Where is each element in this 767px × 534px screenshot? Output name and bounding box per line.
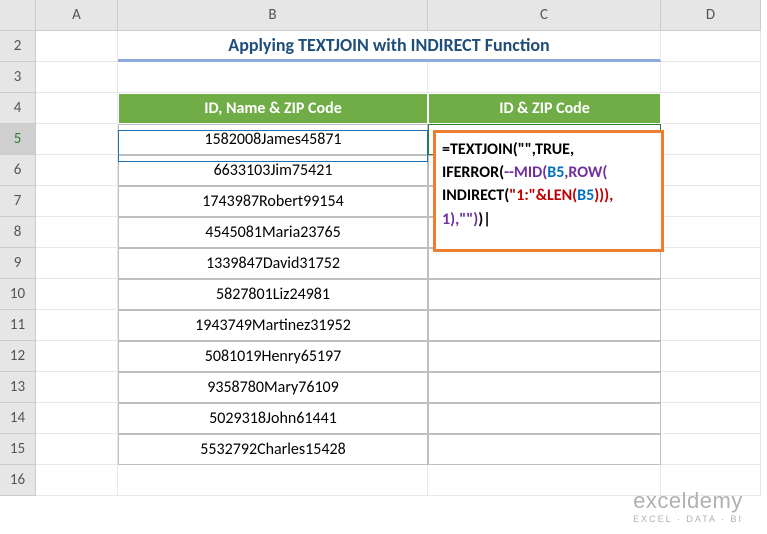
cell[interactable] [428,62,661,93]
cell-B7[interactable]: 1743987Robert99154 [118,186,428,217]
cell[interactable] [36,217,118,248]
row-header[interactable]: 8 [0,217,36,248]
row-header[interactable]: 3 [0,62,36,93]
formula-text: --MID( [504,163,547,182]
cell[interactable] [36,279,118,310]
cell-B10[interactable]: 5827801Liz24981 [118,279,428,310]
cell[interactable] [661,279,761,310]
cell[interactable] [118,465,428,496]
row-header[interactable]: 13 [0,372,36,403]
cell-C13[interactable] [428,372,661,403]
cell[interactable] [661,310,761,341]
row-header[interactable]: 15 [0,434,36,465]
cell[interactable] [36,62,118,93]
formula-text: 1),"") [442,210,478,229]
cell[interactable] [36,186,118,217]
cell[interactable] [661,403,761,434]
cell-B14[interactable]: 5029318John61441 [118,403,428,434]
cell[interactable] [661,217,761,248]
cell[interactable] [661,434,761,465]
table-header[interactable]: ID, Name & ZIP Code [118,93,428,124]
cell-C11[interactable] [428,310,661,341]
row-header[interactable]: 11 [0,310,36,341]
row-header[interactable]: 4 [0,93,36,124]
cell[interactable] [118,62,428,93]
col-header-C[interactable]: C [428,0,661,31]
formula-text: ) [478,210,483,229]
cell[interactable] [661,124,761,155]
cell[interactable] [36,372,118,403]
cell-B6[interactable]: 6633103Jim75421 [118,155,428,186]
formula-text: ))), [594,186,613,205]
table-header[interactable]: ID & ZIP Code [428,93,661,124]
row-header[interactable]: 5 [0,124,36,155]
formula-ref: B5 [577,186,594,205]
cell[interactable] [36,93,118,124]
cell[interactable] [661,31,761,62]
cell[interactable] [36,434,118,465]
cell[interactable] [36,124,118,155]
cell[interactable] [661,248,761,279]
col-header-B[interactable]: B [118,0,428,31]
row-header[interactable]: 9 [0,248,36,279]
cell-B9[interactable]: 1339847David31752 [118,248,428,279]
watermark-subtitle: EXCEL · DATA · BI [633,514,743,524]
cell-C15[interactable] [428,434,661,465]
row-header[interactable]: 16 [0,465,36,496]
cell[interactable] [661,186,761,217]
cell[interactable] [36,465,118,496]
cell[interactable] [661,93,761,124]
cell-B12[interactable]: 5081019Henry65197 [118,341,428,372]
formula-text: IFERROR( [442,163,504,182]
formula-editor[interactable]: =TEXTJOIN("",TRUE, IFERROR(--MID(B5,ROW(… [433,130,664,252]
cell-B15[interactable]: 5532792Charles15428 [118,434,428,465]
row-header[interactable]: 7 [0,186,36,217]
cell[interactable] [661,155,761,186]
cell-B13[interactable]: 9358780Mary76109 [118,372,428,403]
page-title: Applying TEXTJOIN with INDIRECT Function [118,31,661,62]
formula-ref: B5 [547,163,564,182]
row-header[interactable]: 12 [0,341,36,372]
cell-C9[interactable] [428,248,661,279]
cell[interactable] [428,465,661,496]
cell-B8[interactable]: 4545081Maria23765 [118,217,428,248]
cell[interactable] [36,248,118,279]
cell[interactable] [36,403,118,434]
cell-C10[interactable] [428,279,661,310]
cell[interactable] [661,341,761,372]
corner-cell[interactable] [0,0,36,31]
cell[interactable] [36,341,118,372]
watermark-title: exceldemy [633,488,743,514]
row-header[interactable]: 14 [0,403,36,434]
col-header-D[interactable]: D [661,0,761,31]
row-header[interactable]: 6 [0,155,36,186]
row-header[interactable]: 10 [0,279,36,310]
row-header[interactable]: 2 [0,31,36,62]
cell[interactable] [661,372,761,403]
formula-text: INDIRECT( [442,186,509,205]
cell-C14[interactable] [428,403,661,434]
cell-B11[interactable]: 1943749Martinez31952 [118,310,428,341]
formula-text: "1:"&LEN( [509,186,577,205]
cell-C12[interactable] [428,341,661,372]
cell-B5[interactable]: 1582008James45871 [118,124,428,155]
formula-text: ,ROW( [564,163,607,182]
cell[interactable] [661,62,761,93]
cell[interactable] [36,155,118,186]
cell[interactable] [36,310,118,341]
cell[interactable] [36,31,118,62]
formula-text: =TEXTJOIN("",TRUE, [442,140,574,159]
watermark: exceldemy EXCEL · DATA · BI [633,488,743,524]
col-header-A[interactable]: A [36,0,118,31]
